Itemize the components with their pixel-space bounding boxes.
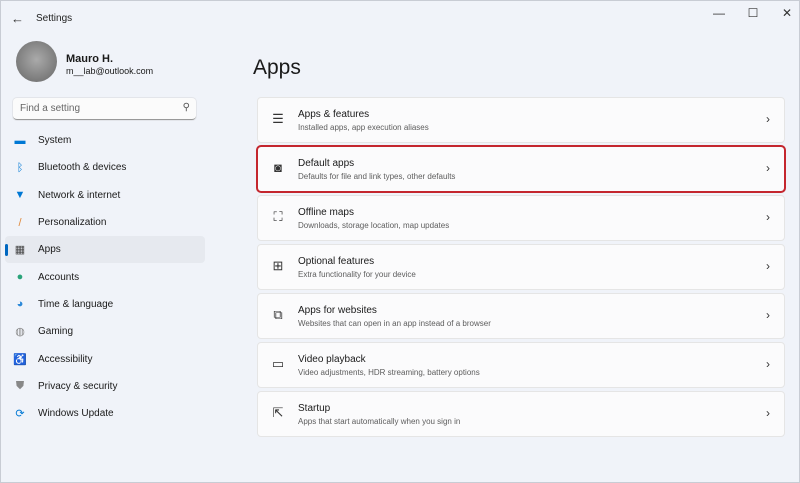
chevron-right-icon: › — [766, 308, 770, 322]
minimize-icon[interactable]: — — [709, 6, 729, 20]
windows-update-icon: ⟳ — [13, 407, 27, 420]
card-title: Offline maps — [298, 207, 354, 218]
settings-list: ☰ Apps & features Installed apps, app exec… — [257, 97, 785, 440]
optional-features-icon: ⊞ — [269, 258, 287, 274]
chevron-right-icon: › — [766, 210, 770, 224]
card-default-apps[interactable]: ◙ Default apps Defaults for file and link … — [257, 146, 785, 192]
chevron-right-icon: › — [766, 112, 770, 126]
sidebar-nav: ▬ System ᛒ Bluetooth & devices ▼ Network & in… — [5, 127, 205, 427]
sidebar-item-system[interactable]: ▬ System — [5, 127, 205, 154]
chevron-right-icon: › — [766, 406, 770, 420]
card-video-playback[interactable]: ▭ Video playback Video adjustments, HDR st… — [257, 342, 785, 388]
search-input[interactable]: Find a setting ⚲ — [13, 98, 196, 120]
chevron-right-icon: › — [766, 357, 770, 371]
card-subtitle: Downloads, storage location, map updates — [298, 221, 449, 230]
card-subtitle: Video adjustments, HDR streaming, batter… — [298, 368, 480, 377]
card-title: Apps for websites — [298, 305, 377, 316]
sidebar-item-label: Apps — [38, 244, 61, 255]
privacy-security-icon: ⛊ — [13, 380, 27, 393]
sidebar-item-network-internet[interactable]: ▼ Network & internet — [5, 182, 205, 209]
network-internet-icon: ▼ — [13, 189, 27, 201]
sidebar-item-label: Accounts — [38, 272, 79, 283]
sidebar-item-time-language[interactable]: ◕ Time & language — [5, 291, 205, 318]
close-icon[interactable]: ✕ — [777, 6, 797, 20]
time-language-icon: ◕ — [13, 298, 27, 310]
maximize-icon[interactable]: ☐ — [743, 6, 763, 20]
title-bar: ← Settings — ☐ ✕ — [1, 1, 799, 35]
card-title: Default apps — [298, 158, 354, 169]
card-subtitle: Defaults for file and link types, other … — [298, 172, 455, 181]
sidebar-item-label: Windows Update — [38, 408, 114, 419]
sidebar-item-label: System — [38, 135, 71, 146]
card-apps-for-websites[interactable]: ⧉ Apps for websites Websites that can open… — [257, 293, 785, 339]
card-title: Video playback — [298, 354, 366, 365]
system-icon: ▬ — [13, 135, 27, 147]
search-placeholder: Find a setting — [20, 103, 80, 114]
card-title: Apps & features — [298, 109, 369, 120]
card-startup[interactable]: ⇱ Startup Apps that start automatically wh… — [257, 391, 785, 437]
card-subtitle: Extra functionality for your device — [298, 270, 416, 279]
sidebar-item-bluetooth-devices[interactable]: ᛒ Bluetooth & devices — [5, 154, 205, 181]
personalization-icon: / — [13, 217, 27, 229]
sidebar-item-label: Privacy & security — [38, 381, 117, 392]
sidebar-item-label: Personalization — [38, 217, 106, 228]
bluetooth-devices-icon: ᛒ — [13, 162, 27, 174]
card-offline-maps[interactable]: ⛶ Offline maps Downloads, storage location… — [257, 195, 785, 241]
sidebar-item-gaming[interactable]: ◍ Gaming — [5, 318, 205, 345]
search-icon: ⚲ — [183, 102, 190, 113]
sidebar-item-label: Bluetooth & devices — [38, 162, 126, 173]
apps-features-icon: ☰ — [269, 111, 287, 127]
sidebar-item-personalization[interactable]: / Personalization — [5, 209, 205, 236]
app-title: Settings — [36, 13, 72, 24]
card-apps-features[interactable]: ☰ Apps & features Installed apps, app exec… — [257, 97, 785, 143]
video-playback-icon: ▭ — [269, 356, 287, 372]
sidebar-item-privacy-security[interactable]: ⛊ Privacy & security — [5, 373, 205, 400]
card-title: Startup — [298, 403, 330, 414]
sidebar-item-windows-update[interactable]: ⟳ Windows Update — [5, 400, 205, 427]
startup-icon: ⇱ — [269, 405, 287, 421]
sidebar-item-label: Network & internet — [38, 190, 120, 201]
card-optional-features[interactable]: ⊞ Optional features Extra functionality fo… — [257, 244, 785, 290]
sidebar-item-accounts[interactable]: ● Accounts — [5, 263, 205, 290]
chevron-right-icon: › — [766, 259, 770, 273]
sidebar-item-label: Gaming — [38, 326, 73, 337]
accounts-icon: ● — [13, 271, 27, 283]
gaming-icon: ◍ — [13, 325, 27, 338]
sidebar-item-label: Accessibility — [38, 354, 92, 365]
apps-for-websites-icon: ⧉ — [269, 307, 287, 323]
user-email: m__lab@outlook.com — [66, 66, 153, 76]
sidebar-item-accessibility[interactable]: ♿ Accessibility — [5, 345, 205, 372]
apps-icon: ▦ — [13, 243, 27, 256]
default-apps-icon: ◙ — [269, 160, 287, 175]
back-arrow-icon[interactable]: ← — [11, 11, 24, 26]
chevron-right-icon: › — [766, 161, 770, 175]
user-name: Mauro H. — [66, 53, 113, 65]
sidebar-item-apps[interactable]: ▦ Apps — [5, 236, 205, 263]
card-subtitle: Apps that start automatically when you s… — [298, 417, 460, 426]
accessibility-icon: ♿ — [13, 353, 27, 366]
sidebar-item-label: Time & language — [38, 299, 113, 310]
card-title: Optional features — [298, 256, 374, 267]
avatar[interactable] — [16, 41, 57, 82]
card-subtitle: Installed apps, app execution aliases — [298, 123, 429, 132]
page-title: Apps — [253, 56, 301, 80]
card-subtitle: Websites that can open in an app instead… — [298, 319, 491, 328]
offline-maps-icon: ⛶ — [269, 209, 287, 225]
